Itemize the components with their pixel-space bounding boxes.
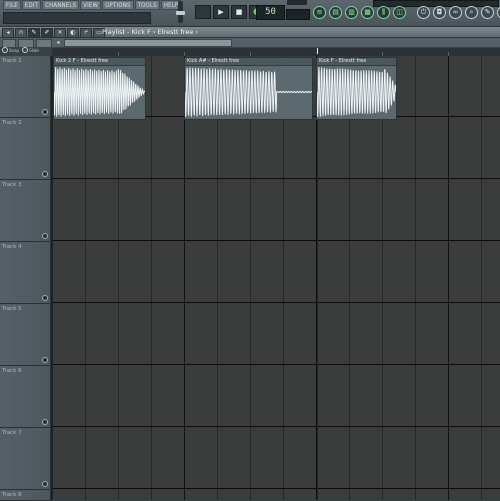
track-label: Track 4 xyxy=(2,244,22,250)
audio-clip[interactable]: Kick 2 F - Elrestt free xyxy=(53,57,146,120)
window-shortcuts: ≡ ▤ ▥ ▦ ⫼ ◫ ⏻ ◘ ∞ ⌕ ✎ ? xyxy=(313,6,500,19)
track-mute-led[interactable] xyxy=(42,481,48,487)
track-label: Track 3 xyxy=(2,182,22,188)
menu-channels[interactable]: CHANNELS xyxy=(42,0,80,10)
disk-icon[interactable]: ◘ xyxy=(433,6,446,19)
hint-bar xyxy=(3,12,151,24)
menu-bar: FILE EDIT CHANNELS VIEW OPTIONS TOOLS HE… xyxy=(3,0,182,10)
slice-tool-icon[interactable]: ⌿ xyxy=(80,28,92,38)
pattern-song-toggle[interactable] xyxy=(195,5,211,19)
step-sequencer-icon[interactable]: ▤ xyxy=(329,6,342,19)
playlist-titlebar[interactable]: ◂ ∩ ✎ ✐ ✕ ◐ ⌿ ▭ Playlist - Kick F › Elre… xyxy=(0,27,500,38)
track-label: Track 7 xyxy=(2,430,22,436)
playlist-grid[interactable] xyxy=(52,56,500,500)
pattern-strip xyxy=(287,0,307,5)
horizontal-scrollbar[interactable] xyxy=(64,39,232,47)
play-button[interactable]: ▶ xyxy=(213,5,229,19)
plugin-icon[interactable]: ◫ xyxy=(393,6,406,19)
clip-waveform xyxy=(317,67,396,117)
master-volume-slider[interactable] xyxy=(176,1,185,23)
audio-clip[interactable]: Kick A# - Elrestt free xyxy=(184,57,313,120)
track-mute-led[interactable] xyxy=(42,295,48,301)
menu-edit[interactable]: EDIT xyxy=(21,0,42,10)
mixer-icon[interactable]: ⫼ xyxy=(377,6,390,19)
playlist-subtoolbar: ◂ xyxy=(0,38,500,48)
track-label: Track 2 xyxy=(2,120,22,126)
track-header[interactable]: Track 8 xyxy=(0,490,51,501)
track-header-column: Track 1 Track 2 Track 3 Track 4 Track 5 … xyxy=(0,56,52,501)
track-mute-led[interactable] xyxy=(42,419,48,425)
wrench-icon[interactable]: ✎ xyxy=(481,6,494,19)
track-header[interactable]: Track 4 xyxy=(0,242,51,304)
draw-tool-icon[interactable]: ✎ xyxy=(28,28,40,38)
tempo-display[interactable]: 50 xyxy=(256,5,285,20)
track-header[interactable]: Track 7 xyxy=(0,428,51,490)
playlist-icon[interactable]: ≡ xyxy=(313,6,326,19)
track-label: Track 6 xyxy=(2,368,22,374)
track-label: Track 8 xyxy=(2,492,22,498)
delete-tool-icon[interactable]: ✕ xyxy=(54,28,66,38)
track-mute-led[interactable] xyxy=(42,171,48,177)
menu-arrow-icon[interactable]: ◂ xyxy=(2,28,14,38)
audio-clip[interactable]: Kick F - Elrestt free xyxy=(316,57,397,120)
magnify-icon[interactable]: ⌕ xyxy=(465,6,478,19)
playlist-title: Playlist - Kick F › Elrestt free › xyxy=(102,28,198,36)
track-header[interactable]: Track 3 xyxy=(0,180,51,242)
radio-dot-icon xyxy=(2,47,8,53)
slide-radio[interactable]: Slide xyxy=(22,47,39,53)
magnet-icon[interactable]: ∩ xyxy=(15,28,27,38)
track-label: Track 5 xyxy=(2,306,22,312)
waveform-path xyxy=(317,67,396,117)
grid-divider xyxy=(51,56,53,500)
clip-waveform xyxy=(185,67,312,117)
browser-icon[interactable]: ▦ xyxy=(361,6,374,19)
menu-tools[interactable]: TOOLS xyxy=(134,0,160,10)
waveform-path xyxy=(54,67,145,117)
menu-view[interactable]: VIEW xyxy=(80,0,102,10)
track-mute-led[interactable] xyxy=(42,357,48,363)
playhead-line xyxy=(317,56,318,500)
piano-roll-icon[interactable]: ▥ xyxy=(345,6,358,19)
chain-icon[interactable]: ∞ xyxy=(449,6,462,19)
clip-waveform xyxy=(54,67,145,117)
power-icon[interactable]: ⏻ xyxy=(417,6,430,19)
transport-controls: ▶ ■ ● xyxy=(195,5,265,19)
song-position-marker[interactable] xyxy=(317,48,318,54)
slide-radio-label: Slide xyxy=(29,47,39,53)
paint-tool-icon[interactable]: ✐ xyxy=(41,28,53,38)
playlist-tools: ◂ ∩ ✎ ✐ ✕ ◐ ⌿ ▭ xyxy=(2,28,105,38)
menu-file[interactable]: FILE xyxy=(3,0,21,10)
stop-button[interactable]: ■ xyxy=(231,5,247,19)
scroll-left-icon[interactable]: ◂ xyxy=(54,38,62,47)
menu-options[interactable]: OPTIONS xyxy=(102,0,134,10)
track-header[interactable]: Track 2 xyxy=(0,118,51,180)
track-header[interactable]: Track 6 xyxy=(0,366,51,428)
track-mute-led[interactable] xyxy=(42,109,48,115)
snap-radio-label: Snap xyxy=(9,47,20,53)
pattern-selector[interactable] xyxy=(286,9,310,20)
track-mute-led[interactable] xyxy=(42,233,48,239)
track-header[interactable]: Track 5 xyxy=(0,304,51,366)
snap-radio[interactable]: Snap xyxy=(2,47,19,53)
main-toolbar: FILE EDIT CHANNELS VIEW OPTIONS TOOLS HE… xyxy=(0,0,500,27)
track-label: Track 1 xyxy=(2,58,22,64)
mute-tool-icon[interactable]: ◐ xyxy=(67,28,79,38)
track-header[interactable]: Track 1 xyxy=(0,56,51,118)
snap-options: Snap Slide xyxy=(2,47,39,53)
waveform-path xyxy=(185,67,312,117)
radio-dot-icon xyxy=(22,47,29,53)
